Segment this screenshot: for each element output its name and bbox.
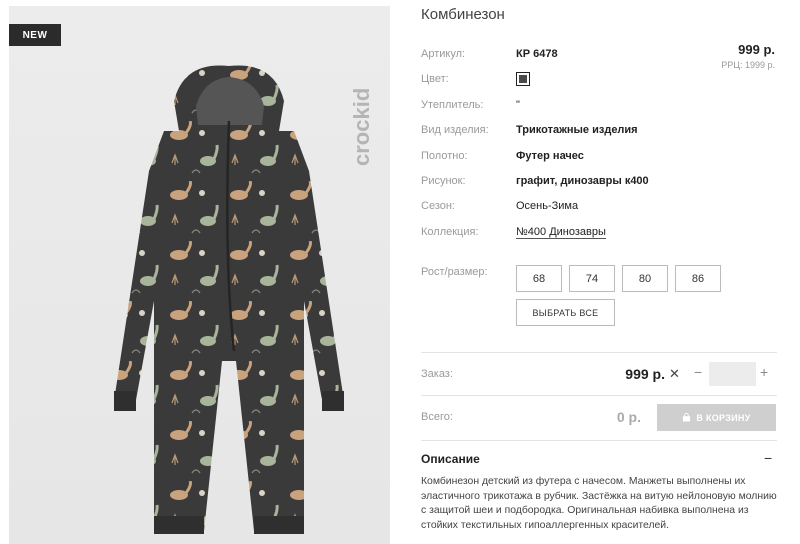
cart-bag-icon — [683, 413, 691, 422]
price: 999 р. — [738, 42, 775, 57]
attr-season-label: Сезон: — [421, 200, 455, 212]
size-option[interactable]: 80 — [622, 265, 668, 292]
attr-insulation-value: " — [516, 99, 520, 111]
total-label: Всего: — [421, 411, 453, 423]
attr-type-value: Трикотажные изделия — [516, 124, 638, 136]
select-all-button[interactable]: ВЫБРАТЬ ВСЕ — [516, 299, 615, 326]
add-to-cart-button[interactable]: В КОРЗИНУ — [657, 404, 776, 431]
divider — [421, 352, 777, 353]
brand-logo-text: crockid — [349, 88, 374, 166]
quantity-input[interactable] — [709, 362, 756, 386]
collection-link[interactable]: №400 Динозавры — [516, 226, 606, 239]
rrp-price: РРЦ: 1999 р. — [721, 60, 775, 70]
attr-type-label: Вид изделия: — [421, 124, 489, 136]
attr-article-value: КР 6478 — [516, 48, 558, 60]
order-price: 999 р. — [625, 366, 665, 382]
attr-collection-label: Коллекция: — [421, 226, 479, 238]
plus-icon[interactable]: + — [760, 364, 768, 380]
attr-fabric-label: Полотно: — [421, 150, 468, 162]
product-title: Комбинезон — [421, 6, 505, 23]
attr-insulation-label: Утеплитель: — [421, 99, 484, 111]
attr-color-label: Цвет: — [421, 73, 449, 85]
product-page: crockid NEW Комбинезон Артикул: КР 6478 … — [0, 0, 800, 544]
romper-illustration — [114, 65, 344, 534]
size-option[interactable]: 74 — [569, 265, 615, 292]
size-label: Рост/размер: — [421, 266, 488, 278]
attr-fabric-value: Футер начес — [516, 150, 584, 162]
total-value: 0 р. — [616, 409, 641, 425]
product-image[interactable]: crockid — [9, 6, 390, 544]
brand-logo: crockid — [349, 88, 374, 166]
description-title[interactable]: Описание — [421, 452, 480, 466]
description-text: Комбинезон детский из футера с начесом. … — [421, 476, 777, 531]
attr-pattern-value: графит, динозавры к400 — [516, 175, 649, 187]
attr-season-value: Осень-Зима — [516, 200, 579, 212]
minus-icon[interactable]: − — [694, 364, 702, 380]
color-swatch[interactable] — [516, 72, 530, 86]
order-label: Заказ: — [421, 368, 453, 380]
size-option[interactable]: 86 — [675, 265, 721, 292]
collapse-icon[interactable]: − — [764, 450, 772, 466]
divider — [421, 440, 777, 441]
add-to-cart-label: В КОРЗИНУ — [696, 412, 751, 423]
divider — [421, 395, 777, 396]
new-badge: NEW — [9, 24, 61, 46]
size-option[interactable]: 68 — [516, 265, 562, 292]
attr-pattern-label: Рисунок: — [421, 175, 466, 187]
attr-article-label: Артикул: — [421, 48, 466, 60]
times-icon: ✕ — [669, 366, 680, 381]
